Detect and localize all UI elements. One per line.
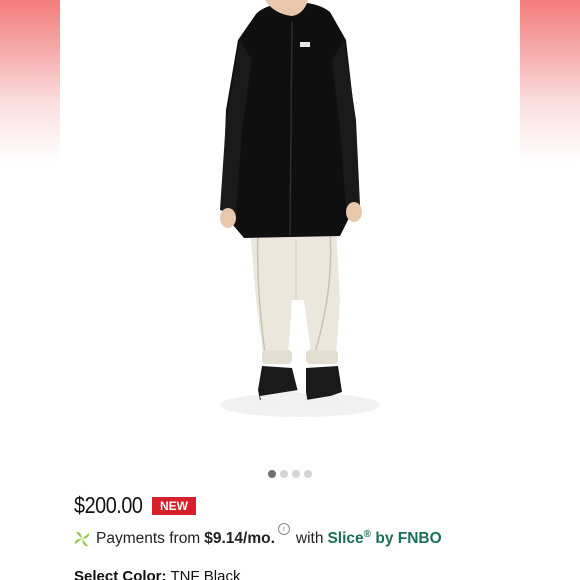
product-image[interactable]	[60, 0, 520, 460]
payment-with: with	[295, 530, 324, 547]
gallery-dot-4[interactable]	[304, 470, 312, 478]
select-color-label: Select Color:	[74, 568, 167, 580]
gallery-dot-3[interactable]	[292, 470, 300, 478]
right-backdrop	[520, 0, 580, 580]
left-backdrop	[0, 0, 60, 580]
price-row: $200.00 NEW	[74, 492, 196, 519]
parka-illustration	[220, 0, 380, 417]
registered-mark: ®	[363, 529, 372, 541]
slice-fnbo-link[interactable]: Slice® by FNBO	[327, 529, 441, 548]
gallery-dots	[60, 470, 520, 478]
slice-by-fnbo: by FNBO	[375, 530, 442, 548]
payment-row: Payments from $9.14/mo. i with Slice® by…	[72, 523, 442, 549]
payment-prefix: Payments from	[96, 530, 201, 547]
info-icon[interactable]: i	[277, 523, 290, 535]
slice-brand: Slice	[327, 530, 364, 548]
selected-color-value: TNF Black	[170, 568, 241, 580]
select-color-row[interactable]: Select Color: TNF Black	[74, 568, 240, 580]
gallery-dot-1[interactable]	[268, 470, 276, 478]
payment-amount: $9.14/mo.	[204, 530, 275, 547]
gallery-dot-2[interactable]	[280, 470, 288, 478]
product-price: $200.00	[74, 492, 143, 518]
new-badge: NEW	[152, 496, 196, 515]
product-card: $200.00 NEW Payments from $9.14/mo. i wi…	[60, 0, 520, 580]
slice-leaf-icon	[74, 531, 90, 547]
